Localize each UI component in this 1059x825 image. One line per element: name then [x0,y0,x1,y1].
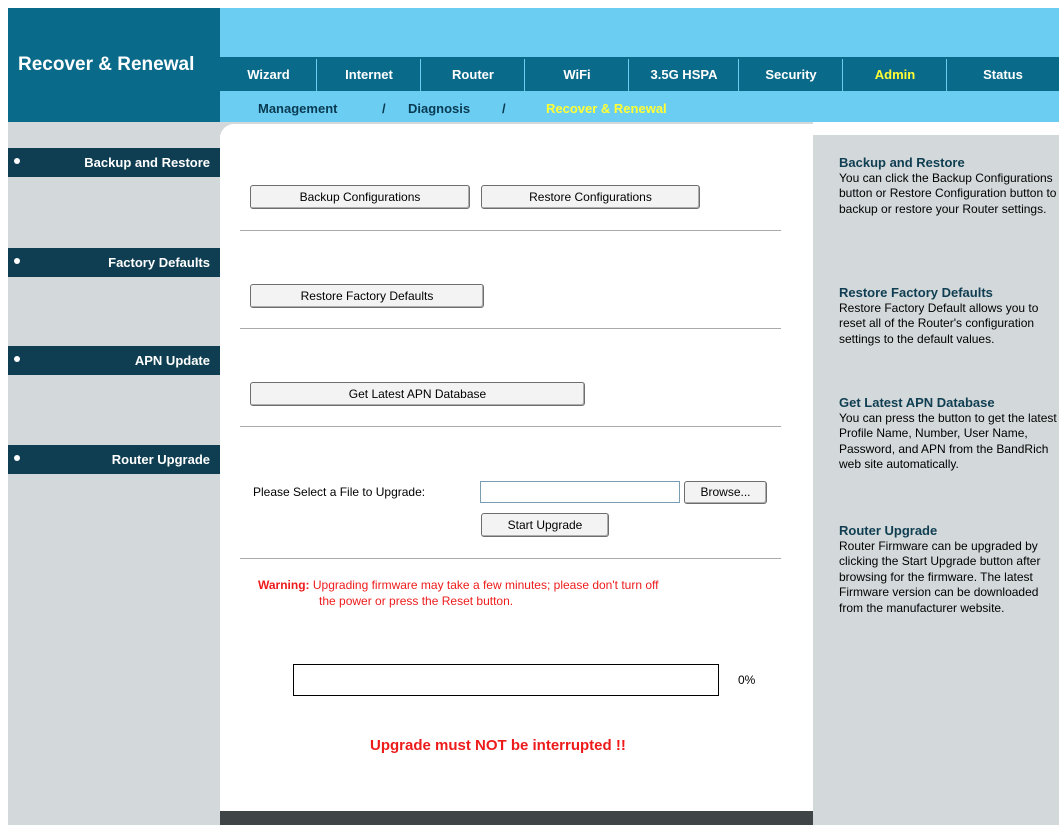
help-section-apn-database: Get Latest APN Database You can press th… [839,395,1059,473]
tab-label: Internet [345,67,393,82]
sidebar-item-apn-update[interactable]: APN Update [8,346,220,375]
sidebar-item-label: Router Upgrade [111,452,210,467]
subnav-recover-renewal[interactable]: Recover & Renewal [546,101,667,116]
bullet-icon [14,158,20,164]
help-text: You can press the button to get the late… [839,410,1057,472]
tab-label: Router [452,67,494,82]
main-panel-bottom-bar [220,811,813,825]
help-title: Router Upgrade [839,523,938,538]
tab-label: 3.5G HSPA [650,67,718,82]
tab-internet[interactable]: Internet [317,59,421,91]
get-latest-apn-database-button[interactable]: Get Latest APN Database [250,382,585,406]
upgrade-warning: Warning: Upgrading firmware may take a f… [258,577,768,609]
interrupt-warning: Upgrade must NOT be interrupted !! [370,737,626,754]
tab-label: WiFi [563,67,591,82]
header-title-block: Recover & Renewal [8,8,220,122]
section-divider [240,328,781,329]
help-section-factory-defaults: Restore Factory Defaults Restore Factory… [839,285,1059,347]
sidebar-item-label: Factory Defaults [108,255,210,270]
help-text: Restore Factory Default allows you to re… [839,300,1039,346]
sidebar-item-label: APN Update [134,353,210,368]
help-title: Get Latest APN Database [839,395,995,410]
tab-admin[interactable]: Admin [843,59,947,91]
help-section-router-upgrade: Router Upgrade Router Firmware can be up… [839,523,1059,616]
section-divider [240,230,781,231]
main-panel [220,135,813,825]
sidebar-item-router-upgrade[interactable]: Router Upgrade [8,445,220,474]
bullet-icon [14,258,20,264]
help-panel [813,135,1059,825]
help-text: Router Firmware can be upgraded by click… [839,538,1041,615]
tab-3-5g-hspa[interactable]: 3.5G HSPA [629,59,739,91]
help-title: Restore Factory Defaults [839,285,993,300]
tab-label: Security [765,67,817,82]
warning-text-line1: Upgrading firmware may take a few minute… [309,578,659,592]
upgrade-progress-bar [293,664,719,696]
subnav-management[interactable]: Management [258,101,337,116]
tab-router[interactable]: Router [421,59,525,91]
section-divider [240,558,781,559]
backup-configurations-button[interactable]: Backup Configurations [250,185,470,209]
sidebar-item-backup-restore[interactable]: Backup and Restore [8,148,220,177]
restore-factory-defaults-button[interactable]: Restore Factory Defaults [250,284,484,308]
sidebar-item-label: Backup and Restore [84,155,210,170]
bullet-icon [14,356,20,362]
main-tab-bar: Wizard Internet Router WiFi 3.5G HSPA Se… [220,57,1059,91]
sidebar-item-factory-defaults[interactable]: Factory Defaults [8,248,220,277]
start-upgrade-button[interactable]: Start Upgrade [481,513,609,537]
warning-text-line2: the power or press the Reset button. [319,594,514,608]
tab-label: Admin [874,67,916,82]
sub-navigation: Management / Diagnosis / Recover & Renew… [220,91,1059,122]
help-title: Backup and Restore [839,155,965,170]
tab-wizard[interactable]: Wizard [220,59,317,91]
subnav-diagnosis[interactable]: Diagnosis [408,101,470,116]
restore-configurations-button[interactable]: Restore Configurations [481,185,700,209]
browse-button[interactable]: Browse... [684,481,767,504]
warning-label: Warning: [258,578,310,592]
bullet-icon [14,455,20,461]
section-divider [240,426,781,427]
subnav-separator: / [382,101,386,116]
help-text: You can click the Backup Configurations … [839,170,1057,216]
subnav-separator: / [502,101,506,116]
help-section-backup-restore: Backup and Restore You can click the Bac… [839,155,1059,217]
tab-wifi[interactable]: WiFi [525,59,629,91]
progress-percent: 0% [738,673,756,687]
tab-status[interactable]: Status [947,59,1059,91]
upgrade-file-label: Please Select a File to Upgrade: [253,485,426,499]
tab-label: Status [983,67,1023,82]
tab-label: Wizard [247,67,290,82]
tab-security[interactable]: Security [739,59,843,91]
upgrade-file-input[interactable] [480,481,680,503]
page-title: Recover & Renewal [18,54,195,75]
main-panel-top-edge [220,122,813,144]
